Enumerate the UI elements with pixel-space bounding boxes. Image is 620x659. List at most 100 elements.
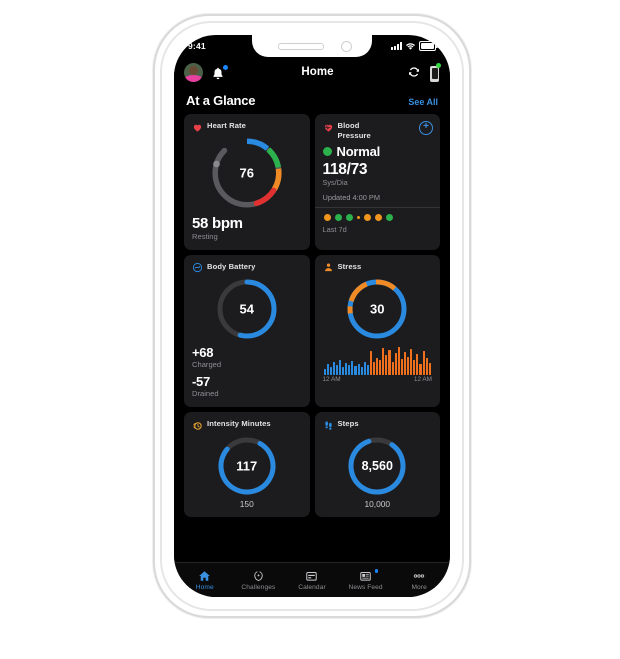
card-intensity-minutes[interactable]: Intensity Minutes 117 150 <box>184 412 310 517</box>
divider <box>314 207 440 208</box>
sync-icon[interactable] <box>407 65 421 79</box>
add-reading-button[interactable]: + <box>419 121 433 135</box>
tab-more[interactable]: More <box>392 570 446 591</box>
history-dot <box>323 214 331 221</box>
heart-icon <box>193 124 202 132</box>
tab-label: News Feed <box>348 584 383 591</box>
notch <box>252 35 372 57</box>
tab-news-feed[interactable]: News Feed <box>339 569 393 591</box>
history-dot <box>334 214 342 221</box>
tab-challenges[interactable]: Challenges <box>232 570 286 591</box>
bp-updated: Updated 4:00 PM <box>322 193 381 202</box>
stress-bar <box>354 365 357 375</box>
body-battery-drained: -57 Drained <box>192 374 302 399</box>
charged-value: +68 <box>192 345 214 360</box>
footsteps-icon <box>324 420 332 430</box>
stress-bar <box>342 366 345 375</box>
bp-history-label: Last 7d <box>322 225 347 234</box>
card-body-battery[interactable]: Body Battery 54 +68 Charged -57 Drained <box>184 254 310 407</box>
stress-bar <box>332 361 335 375</box>
stress-axis: 12 AM 12 AM <box>323 376 433 383</box>
card-heart-rate[interactable]: Heart Rate 76 58 bpm Resting <box>184 114 310 250</box>
card-title: Stress <box>337 261 362 271</box>
status-badge <box>322 147 332 156</box>
phone-screen: 9:41 Home At a Glance See All Heart Rate… <box>174 35 450 597</box>
steps-gauge: 8,560 <box>323 435 433 497</box>
at-a-glance-header: At a Glance See All <box>174 87 450 114</box>
card-stress[interactable]: Stress 30 12 AM 12 AM <box>314 254 440 407</box>
avatar[interactable] <box>184 62 203 82</box>
stress-bar <box>329 366 332 375</box>
stress-bar <box>410 349 413 375</box>
status-indicators <box>391 41 438 51</box>
intensity-value: 117 <box>236 458 258 473</box>
person-icon <box>324 263 332 272</box>
section-title: At a Glance <box>186 93 256 108</box>
heart-rate-primary: 58 bpm <box>192 214 243 232</box>
stress-bar <box>382 348 385 375</box>
stress-bar <box>335 365 338 375</box>
stress-bar <box>373 362 376 375</box>
device-battery-icon[interactable] <box>429 62 441 82</box>
stress-bar <box>323 368 326 375</box>
tab-label: More <box>411 584 427 591</box>
bottom-tab-bar: Home Challenges Calendar News Feed More <box>174 562 450 597</box>
see-all-link[interactable]: See All <box>408 97 438 107</box>
history-dot <box>356 216 360 219</box>
stress-bar <box>403 352 407 375</box>
card-blood-pressure[interactable]: + Blood Pressure Normal 118/73 Sys/Dia U… <box>314 114 440 250</box>
charged-label: Charged <box>192 360 222 369</box>
stress-bar <box>407 356 410 375</box>
glance-card-grid: Heart Rate 76 58 bpm Resting + Blood Pre… <box>174 114 450 517</box>
stress-bar <box>416 354 419 375</box>
earpiece-speaker <box>278 43 324 50</box>
stress-bar <box>388 350 391 375</box>
drained-label: Drained <box>192 389 219 398</box>
stress-bar <box>391 361 394 375</box>
phone-frame: 9:41 Home At a Glance See All Heart Rate… <box>153 14 471 618</box>
bp-history-dots <box>323 214 433 221</box>
heart-rate-summary: 58 bpm Resting <box>192 215 302 242</box>
stress-value: 30 <box>370 301 385 317</box>
stress-bar <box>338 360 342 375</box>
card-title: Steps <box>337 419 359 428</box>
intensity-flame-icon <box>193 421 202 430</box>
stress-bar <box>326 364 329 375</box>
stress-bar-chart <box>323 347 433 375</box>
bp-status-row: Normal <box>322 144 433 159</box>
card-header: Blood Pressure <box>323 121 433 141</box>
tab-home[interactable]: Home <box>178 570 232 591</box>
steps-goal: 10,000 <box>364 498 391 509</box>
card-header: Body Battery <box>192 262 302 274</box>
intensity-goal: 150 <box>239 498 254 509</box>
notifications-button[interactable] <box>211 63 229 82</box>
heart-pulse-icon <box>323 124 332 132</box>
bp-reading: 118/73 <box>322 161 368 178</box>
wifi-icon <box>406 42 415 50</box>
history-dot <box>385 214 393 221</box>
card-title: Heart Rate <box>207 121 246 130</box>
intensity-gauge: 117 <box>192 435 302 497</box>
app-header: Home <box>174 57 450 87</box>
card-header: Stress <box>323 262 433 274</box>
card-header: Steps <box>323 419 433 431</box>
axis-label-left: 12 AM <box>322 376 341 383</box>
stress-bar <box>345 362 348 375</box>
card-header: Intensity Minutes <box>192 419 302 431</box>
stress-bar <box>360 367 363 375</box>
body-battery-value: 54 <box>239 301 254 317</box>
axis-label-right: 12 AM <box>413 376 432 383</box>
stress-bar <box>394 353 397 375</box>
tab-calendar[interactable]: Calendar <box>285 570 339 591</box>
tab-label: Home <box>195 584 214 591</box>
calendar-icon <box>305 570 318 582</box>
battery-icon <box>419 41 438 51</box>
device-status-dot <box>436 62 441 68</box>
avatar-face <box>189 65 198 75</box>
body-battery-icon <box>192 262 203 273</box>
bp-reading-label: Sys/Dia <box>322 178 348 187</box>
stress-bar <box>366 365 369 375</box>
stress-bar <box>351 361 354 375</box>
bp-status-label: Normal <box>336 144 381 159</box>
card-steps[interactable]: Steps 8,560 10,000 <box>314 412 440 517</box>
